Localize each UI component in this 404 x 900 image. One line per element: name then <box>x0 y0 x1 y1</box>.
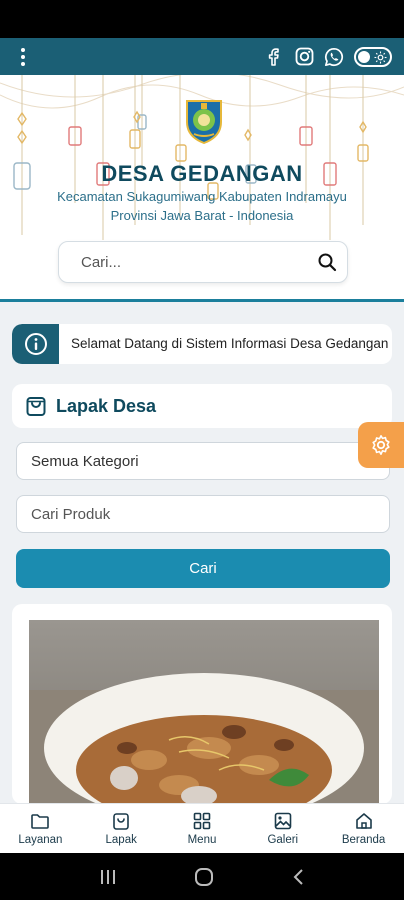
folder-icon <box>31 814 50 829</box>
category-selected-value: Semua Kategori <box>31 452 139 470</box>
announcement-text: Selamat Datang di Sistem Informasi Desa … <box>71 336 389 351</box>
info-icon <box>12 324 59 364</box>
nav-label-lapak: Lapak <box>105 834 137 846</box>
village-name: DESA GEDANGAN <box>101 161 303 186</box>
shopping-bag-icon <box>26 397 46 416</box>
nav-item-galeri[interactable]: Galeri <box>242 804 323 853</box>
nav-item-lapak[interactable]: Lapak <box>81 804 162 853</box>
grid-icon <box>193 812 211 830</box>
home-icon <box>355 813 372 829</box>
province-subtitle: Provinsi Jawa Barat - Indonesia <box>110 208 294 223</box>
back-icon[interactable] <box>291 868 305 886</box>
search-product-button[interactable]: Cari <box>16 549 390 588</box>
facebook-icon[interactable] <box>264 47 284 67</box>
nav-item-beranda[interactable]: Beranda <box>323 804 404 853</box>
app-bar <box>0 38 404 75</box>
header-search-input[interactable] <box>81 253 317 271</box>
whatsapp-icon[interactable] <box>324 47 344 67</box>
home-button-icon[interactable] <box>194 867 214 887</box>
nav-label-galeri: Galeri <box>267 834 299 846</box>
lapak-title: Lapak Desa <box>56 395 157 416</box>
village-crest-logo <box>186 100 222 144</box>
category-select[interactable]: Semua Kategori <box>16 442 390 480</box>
header-search-box <box>58 241 348 283</box>
nav-item-menu[interactable]: Menu <box>162 804 243 853</box>
settings-gear-button[interactable] <box>358 422 404 468</box>
announcement-marquee: Selamat Datang di Sistem Informasi Desa … <box>12 324 392 364</box>
theme-toggle[interactable] <box>354 46 392 67</box>
system-navigation-bar <box>0 853 404 900</box>
product-search-input[interactable] <box>16 495 390 533</box>
instagram-icon[interactable] <box>294 47 314 67</box>
site-header: DESA GEDANGAN Kecamatan Sukagumiwang Kab… <box>0 75 404 302</box>
nav-label-beranda: Beranda <box>341 834 386 846</box>
search-icon[interactable] <box>317 252 337 272</box>
nav-item-layanan[interactable]: Layanan <box>0 804 81 853</box>
bottom-navigation: Layanan Lapak Menu Galeri Beranda <box>0 803 404 853</box>
nav-label-menu: Menu <box>187 834 217 846</box>
gear-icon <box>372 435 390 455</box>
status-bar <box>0 0 404 38</box>
menu-dots-icon[interactable] <box>18 47 28 66</box>
image-icon <box>274 812 292 830</box>
nav-label-layanan: Layanan <box>18 834 63 846</box>
region-subtitle: Kecamatan Sukagumiwang Kabupaten Indrama… <box>57 189 347 204</box>
recent-apps-icon[interactable] <box>99 869 117 885</box>
shopping-bag-icon <box>113 813 129 830</box>
product-card[interactable] <box>12 604 392 804</box>
product-image <box>29 620 379 804</box>
lapak-section-header: Lapak Desa <box>12 384 392 428</box>
